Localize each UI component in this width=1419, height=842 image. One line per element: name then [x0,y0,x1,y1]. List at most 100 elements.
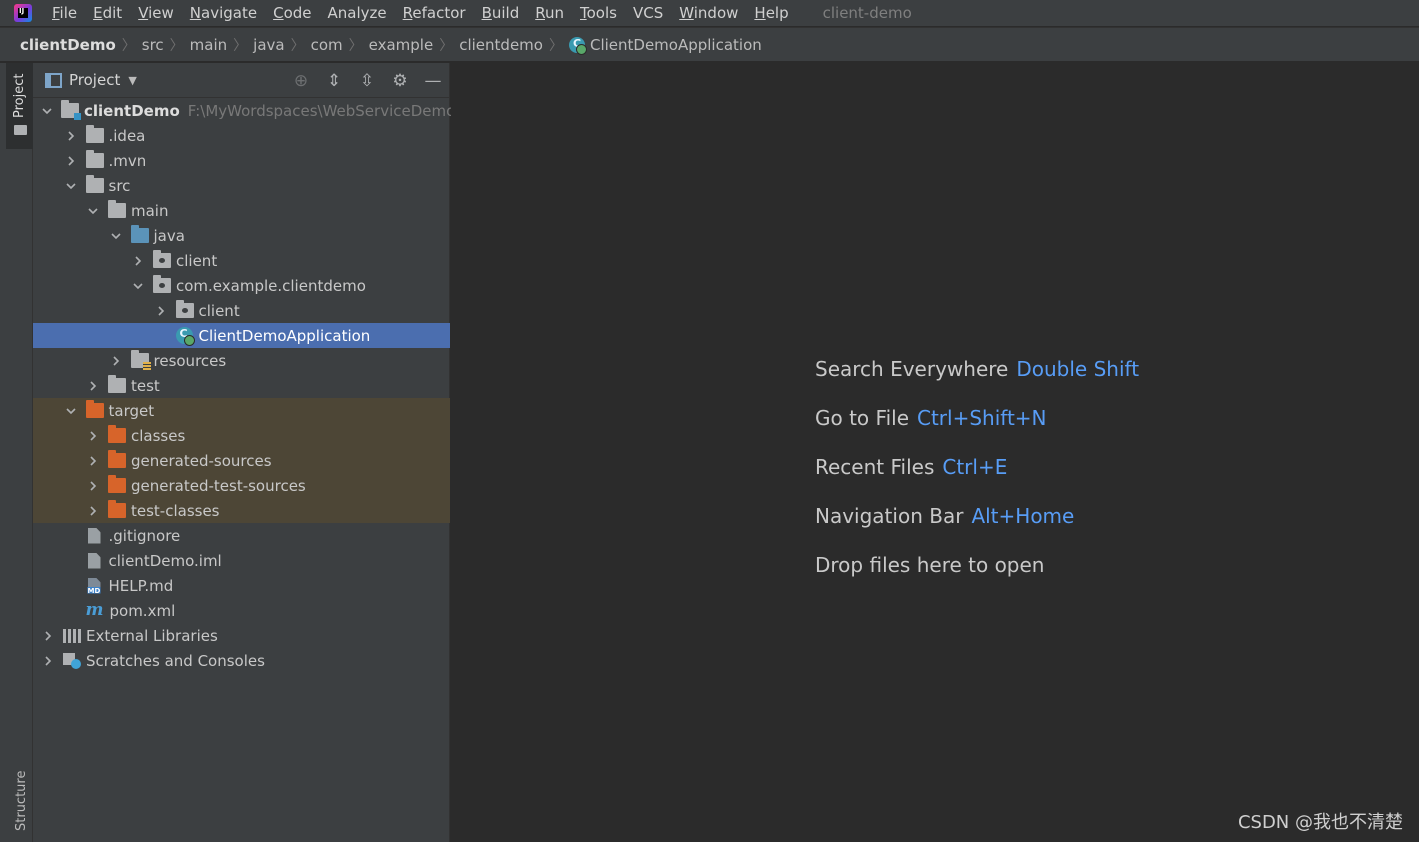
menu-item-build[interactable]: Build [482,4,520,22]
breadcrumb-item[interactable]: main [190,36,227,54]
tree-item[interactable]: src [33,173,450,198]
tree-item[interactable]: .gitignore [33,523,450,548]
chevron-down-icon[interactable]: ▼ [128,74,136,87]
chevron-down-icon[interactable] [64,179,78,193]
chevron-down-icon[interactable] [41,104,53,118]
menu-item-help[interactable]: Help [754,4,788,22]
menu-mnemonic: E [93,4,103,22]
breadcrumb-item[interactable]: clientdemo [459,36,543,54]
folder-icon [85,125,104,143]
breadcrumb-item[interactable]: src [142,36,164,54]
chevron-right-icon[interactable] [41,654,55,668]
tree-item[interactable]: main [33,198,450,223]
chevron-right-icon[interactable] [64,129,78,143]
tree-item[interactable]: classes [33,423,450,448]
excluded-folder-icon [85,400,104,418]
menu-item-code[interactable]: Code [273,4,311,22]
chevron-down-icon[interactable] [131,279,145,293]
breadcrumb-item[interactable]: C ClientDemoApplication [568,36,762,55]
tree-item[interactable]: target [33,398,450,423]
editor-empty-state: Search Everywhere Double Shift Go to File C… [451,63,1419,842]
folder-icon [108,200,126,218]
collapse-all-icon[interactable]: ⇳ [357,71,377,91]
folder-icon [85,175,104,193]
tree-item[interactable]: clientDemo.iml [33,548,450,573]
breadcrumb-item[interactable]: com [311,36,343,54]
expand-all-icon[interactable]: ⇕ [324,71,344,91]
tree-item-label: com.example.clientdemo [176,276,366,295]
tree-item[interactable]: generated-sources [33,448,450,473]
resources-folder-icon [130,350,151,371]
gear-icon[interactable]: ⚙ [390,71,410,91]
editor-hint: Recent Files Ctrl+E [815,455,1007,479]
menu-mnemonic: T [580,4,587,22]
menu-item-view[interactable]: View [138,4,174,22]
tree-item[interactable]: HELP.md [33,573,450,598]
tree-item[interactable]: test [33,373,450,398]
breadcrumb-item[interactable]: clientDemo [20,36,116,54]
tree-item-label: client [176,251,218,270]
hide-panel-icon[interactable]: — [423,71,443,91]
menu-item-edit[interactable]: Edit [93,4,122,22]
chevron-right-icon[interactable] [86,379,100,393]
chevron-right-icon[interactable] [86,479,100,493]
chevron-right-icon[interactable] [131,254,145,268]
editor-hint: Go to File Ctrl+Shift+N [815,406,1047,430]
tree-item[interactable]: clientDemo F:\MyWordspaces\WebServiceDemo [33,98,455,123]
menu-item-vcs[interactable]: VCS [633,4,663,22]
chevron-right-icon[interactable] [41,629,55,643]
tree-item[interactable]: java [33,223,450,248]
chevron-right-icon[interactable] [64,154,78,168]
editor-hint: Navigation Bar Alt+Home [815,504,1074,528]
left-tool-stripe: Project Structure [0,63,33,842]
tree-item[interactable]: test-classes [33,498,450,523]
project-tool-window-button[interactable]: Project [6,63,33,149]
breadcrumb-separator-icon: 〉 [439,37,454,54]
menu-mnemonic: C [273,4,284,22]
menu-bar: IJ File Edit View Navigate Code Analyze Refact… [0,0,1419,26]
tree-item[interactable]: Scratches and Consoles [33,648,450,673]
project-view-icon [45,72,62,88]
tree-item[interactable]: client [33,298,450,323]
tree-item[interactable]: m pom.xml [33,598,450,623]
tree-item[interactable]: client [33,248,450,273]
tree-item[interactable]: .idea [33,123,450,148]
breadcrumb-item[interactable]: example [369,36,434,54]
menu-item-analyze[interactable]: Analyze [328,4,387,22]
tree-item[interactable]: .mvn [33,148,450,173]
chevron-right-icon[interactable] [86,504,100,518]
chevron-right-icon[interactable] [86,454,100,468]
chevron-right-icon[interactable] [109,354,123,368]
tree-item[interactable]: External Libraries [33,623,450,648]
structure-tool-label: Structure [14,770,29,831]
menu-item-window[interactable]: Window [679,4,738,22]
chevron-right-icon[interactable] [154,304,168,318]
menu-item-run[interactable]: Run [535,4,564,22]
chevron-down-icon[interactable] [109,229,123,243]
tree-item[interactable]: com.example.clientdemo [33,273,450,298]
breadcrumb-label: example [368,35,434,54]
tree-item[interactable]: resources [33,348,450,373]
locate-file-icon[interactable]: ⊕ [291,71,311,91]
menu-item-tools[interactable]: Tools [580,4,617,22]
chevron-right-icon[interactable] [86,429,100,443]
menu-item-navigate[interactable]: Navigate [190,4,257,22]
breadcrumb-label: com [310,35,343,54]
tree-item-label: pom.xml [109,601,176,620]
menu-item-refactor[interactable]: Refactor [403,4,466,22]
project-panel-header: Project ▼ ⊕ ⇕ ⇳ ⚙ — [33,63,449,98]
breadcrumb-item[interactable]: java [253,36,284,54]
menu-item-file[interactable]: File [52,4,77,22]
project-tool-label: Project [12,73,27,118]
markdown-file-icon [87,577,101,594]
hint-shortcut: Double Shift [1016,357,1140,381]
chevron-down-icon[interactable] [86,204,100,218]
menu-mnemonic: F [52,4,60,22]
chevron-down-icon[interactable] [64,404,78,418]
tree-item[interactable]: generated-test-sources [33,473,450,498]
gitignore-file-icon [87,527,101,544]
tree-item[interactable]: C ClientDemoApplication [33,323,450,348]
project-view-selector[interactable]: Project [69,71,120,89]
